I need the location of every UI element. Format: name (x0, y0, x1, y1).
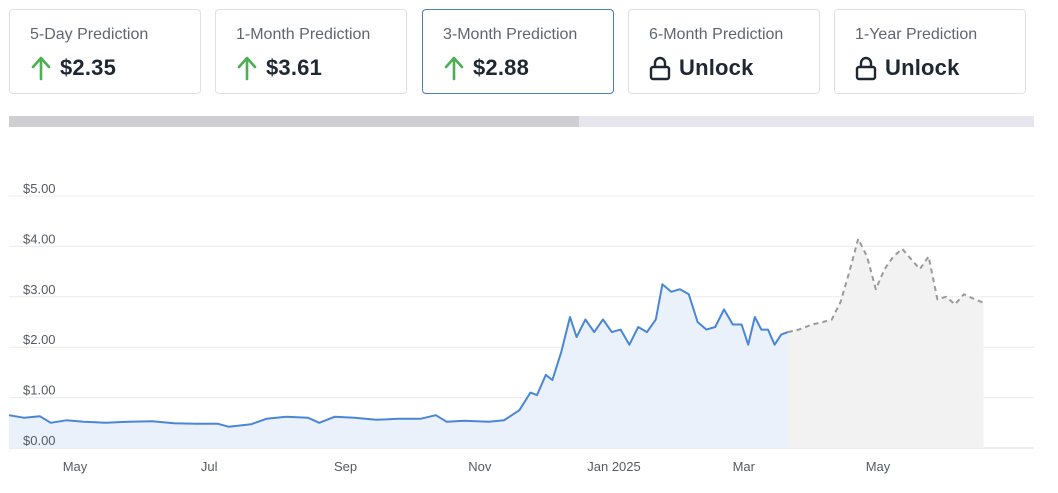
prediction-card-5-day[interactable]: 5-Day Prediction $2.35 (9, 9, 201, 94)
card-value: $2.88 (473, 55, 530, 80)
prediction-widget: 5-Day Prediction $2.35 1-Month Predictio… (0, 0, 1058, 493)
card-label: 6-Month Prediction (649, 26, 784, 43)
card-value: Unlock (885, 55, 960, 80)
x-tick-label: Jul (201, 459, 218, 474)
card-value: $2.35 (60, 55, 117, 80)
range-scrollbar-thumb[interactable] (9, 116, 579, 127)
y-tick-label: $1.00 (23, 383, 56, 398)
x-tick-label: Sep (334, 459, 357, 474)
range-scrollbar[interactable] (9, 116, 1034, 127)
card-label: 1-Year Prediction (855, 26, 978, 43)
prediction-card-1-month[interactable]: 1-Month Prediction $3.61 (215, 9, 407, 94)
forecast-area (787, 238, 984, 448)
prediction-card-6-month[interactable]: 6-Month Prediction Unlock (628, 9, 820, 94)
lock-icon (855, 56, 877, 81)
y-tick-label: $2.00 (23, 332, 56, 347)
card-value-row: Unlock (855, 54, 960, 82)
prediction-card-1-year[interactable]: 1-Year Prediction Unlock (834, 9, 1026, 94)
card-value-row: Unlock (649, 54, 754, 82)
card-label: 5-Day Prediction (30, 26, 149, 43)
price-chart-svg: $0.00 $1.00 $2.00 $3.00 $4.00 $5.00 May Jul Sep… (8, 181, 1034, 474)
y-tick-label: $0.00 (23, 433, 56, 448)
arrow-up-icon (444, 56, 464, 81)
card-value: $3.61 (266, 55, 323, 80)
prediction-card-3-month[interactable]: 3-Month Prediction $2.88 (422, 9, 614, 94)
lock-icon (649, 56, 671, 81)
x-tick-label: May (866, 459, 891, 474)
prediction-cards: 5-Day Prediction $2.35 1-Month Predictio… (9, 9, 1028, 96)
x-tick-label: Nov (468, 459, 492, 474)
y-tick-label: $3.00 (23, 282, 56, 297)
y-tick-label: $4.00 (23, 231, 56, 246)
card-value-row: $2.88 (443, 54, 529, 82)
x-tick-label: Jan 2025 (587, 459, 641, 474)
card-label: 1-Month Prediction (236, 26, 371, 43)
card-value-row: $2.35 (30, 54, 116, 82)
x-tick-label: May (63, 459, 88, 474)
arrow-up-icon (31, 56, 51, 81)
historical-area (9, 284, 788, 448)
card-value-row: $3.61 (236, 54, 322, 82)
y-tick-label: $5.00 (23, 181, 56, 196)
x-tick-label: Mar (733, 459, 756, 474)
card-label: 3-Month Prediction (443, 26, 578, 43)
arrow-up-icon (237, 56, 257, 81)
price-chart: $0.00 $1.00 $2.00 $3.00 $4.00 $5.00 May Jul Sep… (0, 140, 1058, 493)
card-value: Unlock (679, 55, 754, 80)
